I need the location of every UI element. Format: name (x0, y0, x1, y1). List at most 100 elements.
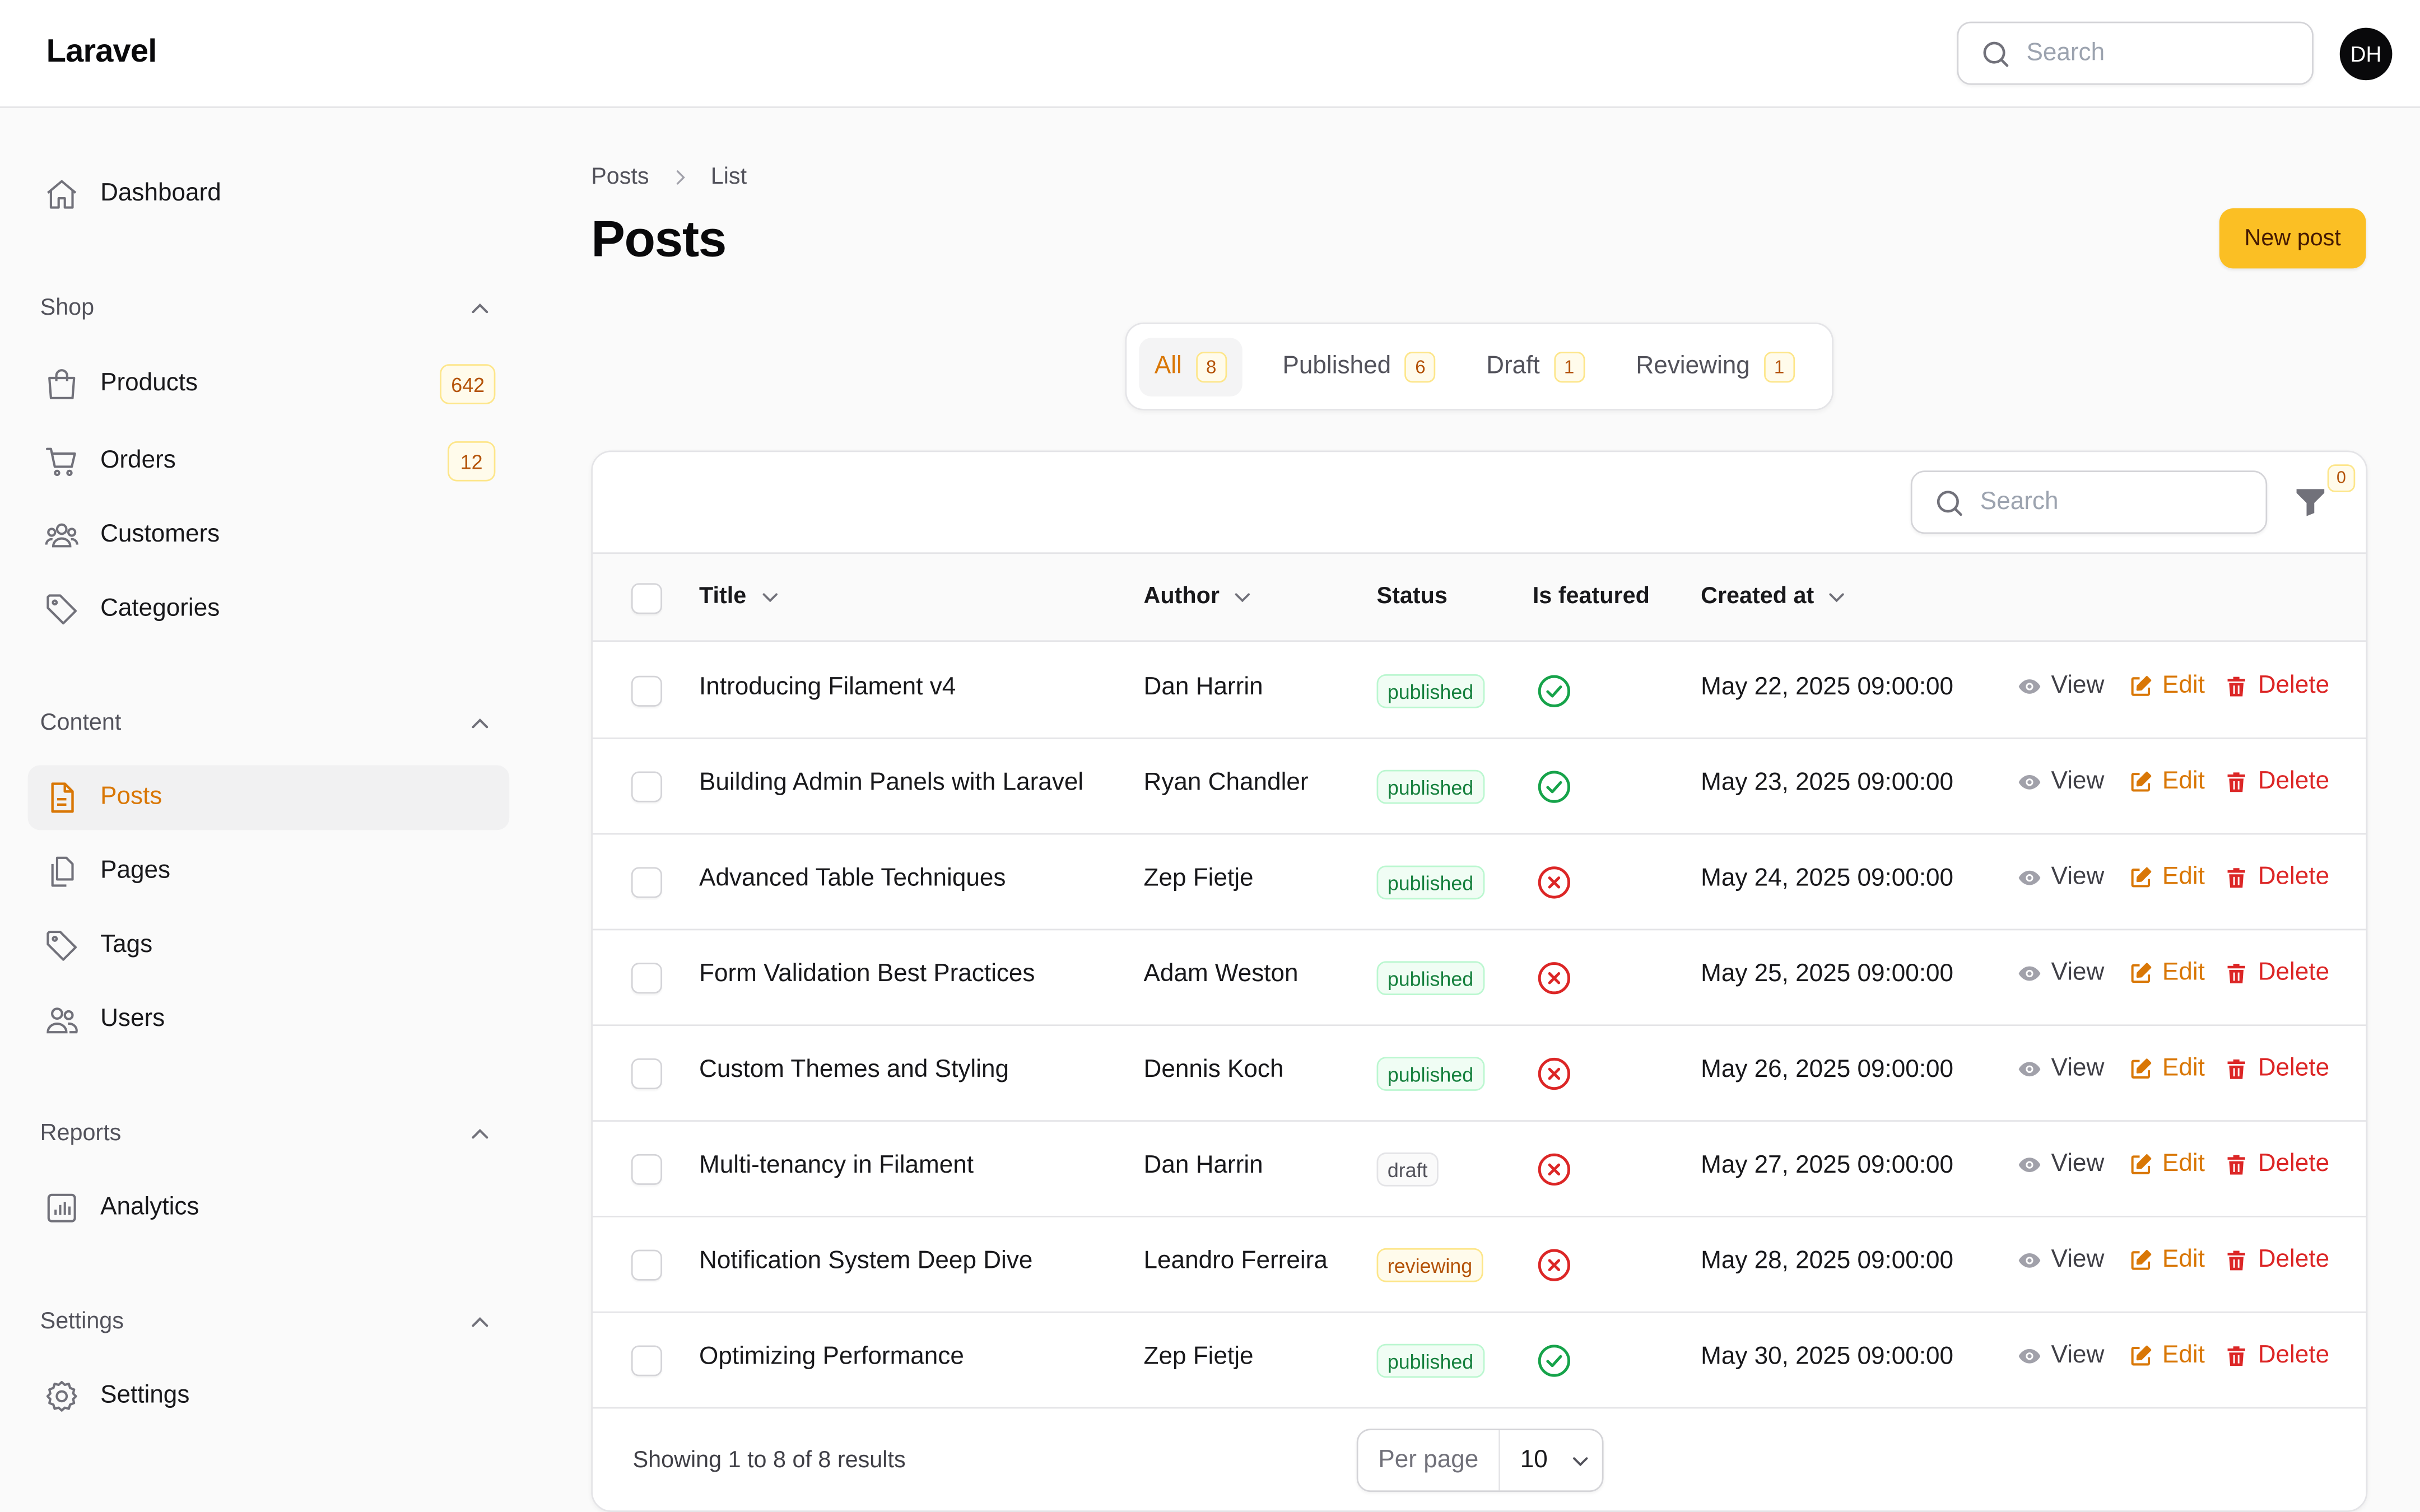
sidebar-item-pages[interactable]: Pages (28, 839, 510, 904)
x-circle-icon (1535, 1247, 1572, 1284)
column-header-title[interactable]: Title (699, 583, 780, 609)
x-circle-icon (1535, 1055, 1572, 1092)
count-badge: 1 (1763, 352, 1795, 383)
row-checkbox[interactable] (631, 771, 662, 802)
chevron-up-icon[interactable] (466, 295, 494, 323)
table-row[interactable]: Optimizing Performance Zep Fietje publishe… (592, 1313, 2366, 1409)
pencil-square-icon (2128, 1152, 2162, 1177)
column-header-created[interactable]: Created at (1701, 583, 1848, 609)
global-search[interactable] (1957, 21, 2314, 85)
edit-action[interactable]: Edit (2128, 1247, 2205, 1275)
pencil-square-icon (2128, 1344, 2162, 1369)
sidebar-item-settings[interactable]: Settings (28, 1364, 510, 1429)
view-action[interactable]: View (2017, 1247, 2104, 1275)
row-checkbox[interactable] (631, 867, 662, 898)
view-action[interactable]: View (2017, 960, 2104, 988)
edit-action[interactable]: Edit (2128, 1151, 2205, 1179)
tab-reviewing[interactable]: Reviewing 1 (1621, 338, 1810, 396)
cell-author: Zep Fietje (1143, 865, 1254, 892)
pencil-square-icon (2128, 1057, 2162, 1081)
filter-icon[interactable] (2292, 483, 2329, 520)
cell-author: Dan Harrin (1143, 674, 1263, 701)
row-checkbox[interactable] (631, 1249, 662, 1281)
sidebar-item-products[interactable]: Products 642 (28, 352, 510, 417)
row-checkbox[interactable] (631, 675, 662, 707)
action-label: View (2051, 959, 2105, 986)
chevron-up-icon[interactable] (466, 1308, 494, 1336)
view-action[interactable]: View (2017, 1151, 2104, 1179)
delete-action[interactable]: Delete (2224, 1055, 2329, 1083)
delete-action[interactable]: Delete (2224, 768, 2329, 796)
breadcrumb-link-posts[interactable]: Posts (591, 164, 649, 190)
sidebar-item-label: Posts (100, 783, 162, 810)
view-action[interactable]: View (2017, 1342, 2104, 1370)
sidebar-item-tags[interactable]: Tags (28, 913, 510, 978)
table-search-input[interactable] (1980, 488, 2243, 516)
delete-action[interactable]: Delete (2224, 673, 2329, 701)
sidebar-item-users[interactable]: Users (28, 987, 510, 1052)
row-checkbox[interactable] (631, 1154, 662, 1185)
cell-author: Ryan Chandler (1143, 769, 1309, 796)
sidebar-item-posts[interactable]: Posts (27, 765, 510, 830)
table-row[interactable]: Introducing Filament v4 Dan Harrin publish… (592, 643, 2366, 739)
brand-logo[interactable]: Laravel (46, 34, 157, 71)
sidebar-item-orders[interactable]: Orders 12 (28, 429, 510, 494)
action-label: Edit (2162, 1247, 2205, 1273)
delete-action[interactable]: Delete (2224, 1151, 2329, 1179)
view-action[interactable]: View (2017, 673, 2104, 701)
row-checkbox[interactable] (631, 1345, 662, 1376)
edit-action[interactable]: Edit (2128, 1342, 2205, 1370)
edit-action[interactable]: Edit (2128, 768, 2205, 796)
sidebar-item-analytics[interactable]: Analytics (28, 1175, 510, 1240)
user-avatar[interactable]: DH (2339, 27, 2393, 81)
status-badge: published (1376, 865, 1484, 900)
column-label: Created at (1701, 583, 1814, 610)
sidebar-item-customers[interactable]: Customers (28, 503, 510, 568)
tab-all[interactable]: All 8 (1139, 338, 1242, 397)
tab-draft[interactable]: Draft 1 (1471, 338, 1600, 396)
pencil-square-icon (2128, 961, 2162, 986)
eye-icon (2017, 1248, 2051, 1273)
cell-title: Multi-tenancy in Filament (699, 1152, 974, 1179)
table-row[interactable]: Building Admin Panels with Laravel Ryan C… (592, 739, 2366, 835)
row-checkbox[interactable] (631, 963, 662, 994)
edit-action[interactable]: Edit (2128, 673, 2205, 701)
edit-action[interactable]: Edit (2128, 960, 2205, 988)
column-header-author[interactable]: Author (1144, 583, 1254, 609)
sidebar-item-dashboard[interactable]: Dashboard (28, 162, 510, 227)
delete-action[interactable]: Delete (2224, 864, 2329, 892)
table-row[interactable]: Custom Themes and Styling Dennis Koch publ… (592, 1026, 2366, 1122)
tab-published[interactable]: Published 6 (1267, 338, 1451, 396)
select-all-checkbox[interactable] (631, 583, 662, 614)
table-search[interactable] (1910, 470, 2268, 534)
table-row[interactable]: Multi-tenancy in Filament Dan Harrin draft… (592, 1122, 2366, 1217)
table-row[interactable]: Form Validation Best Practices Adam Westo… (592, 930, 2366, 1026)
status-badge: published (1376, 961, 1484, 996)
chevron-up-icon[interactable] (466, 710, 494, 738)
chevron-up-icon[interactable] (466, 1120, 494, 1148)
edit-action[interactable]: Edit (2128, 864, 2205, 892)
edit-action[interactable]: Edit (2128, 1055, 2205, 1083)
delete-action[interactable]: Delete (2224, 960, 2329, 988)
global-search-input[interactable] (2026, 39, 2289, 67)
row-checkbox[interactable] (631, 1058, 662, 1090)
new-post-button[interactable]: New post (2219, 208, 2366, 269)
shopping-cart-icon (43, 443, 80, 480)
view-action[interactable]: View (2017, 768, 2104, 796)
cell-title: Advanced Table Techniques (699, 865, 1006, 892)
table-row[interactable]: Advanced Table Techniques Zep Fietje publi… (592, 835, 2366, 931)
sidebar-item-categories[interactable]: Categories (28, 577, 510, 642)
per-page-value[interactable]: 10 (1500, 1446, 1602, 1474)
delete-action[interactable]: Delete (2224, 1342, 2329, 1370)
view-action[interactable]: View (2017, 864, 2104, 892)
per-page-select[interactable]: Per page 10 (1356, 1429, 1604, 1492)
breadcrumb: Posts List (591, 164, 747, 190)
pencil-square-icon (2128, 866, 2162, 890)
group-label-settings: Settings (40, 1308, 124, 1335)
column-label: Title (699, 583, 747, 610)
chevron-down-icon (762, 592, 777, 602)
column-label: Is featured (1532, 583, 1650, 610)
table-row[interactable]: Notification System Deep Dive Leandro Fer… (592, 1217, 2366, 1313)
view-action[interactable]: View (2017, 1055, 2104, 1083)
delete-action[interactable]: Delete (2224, 1247, 2329, 1275)
